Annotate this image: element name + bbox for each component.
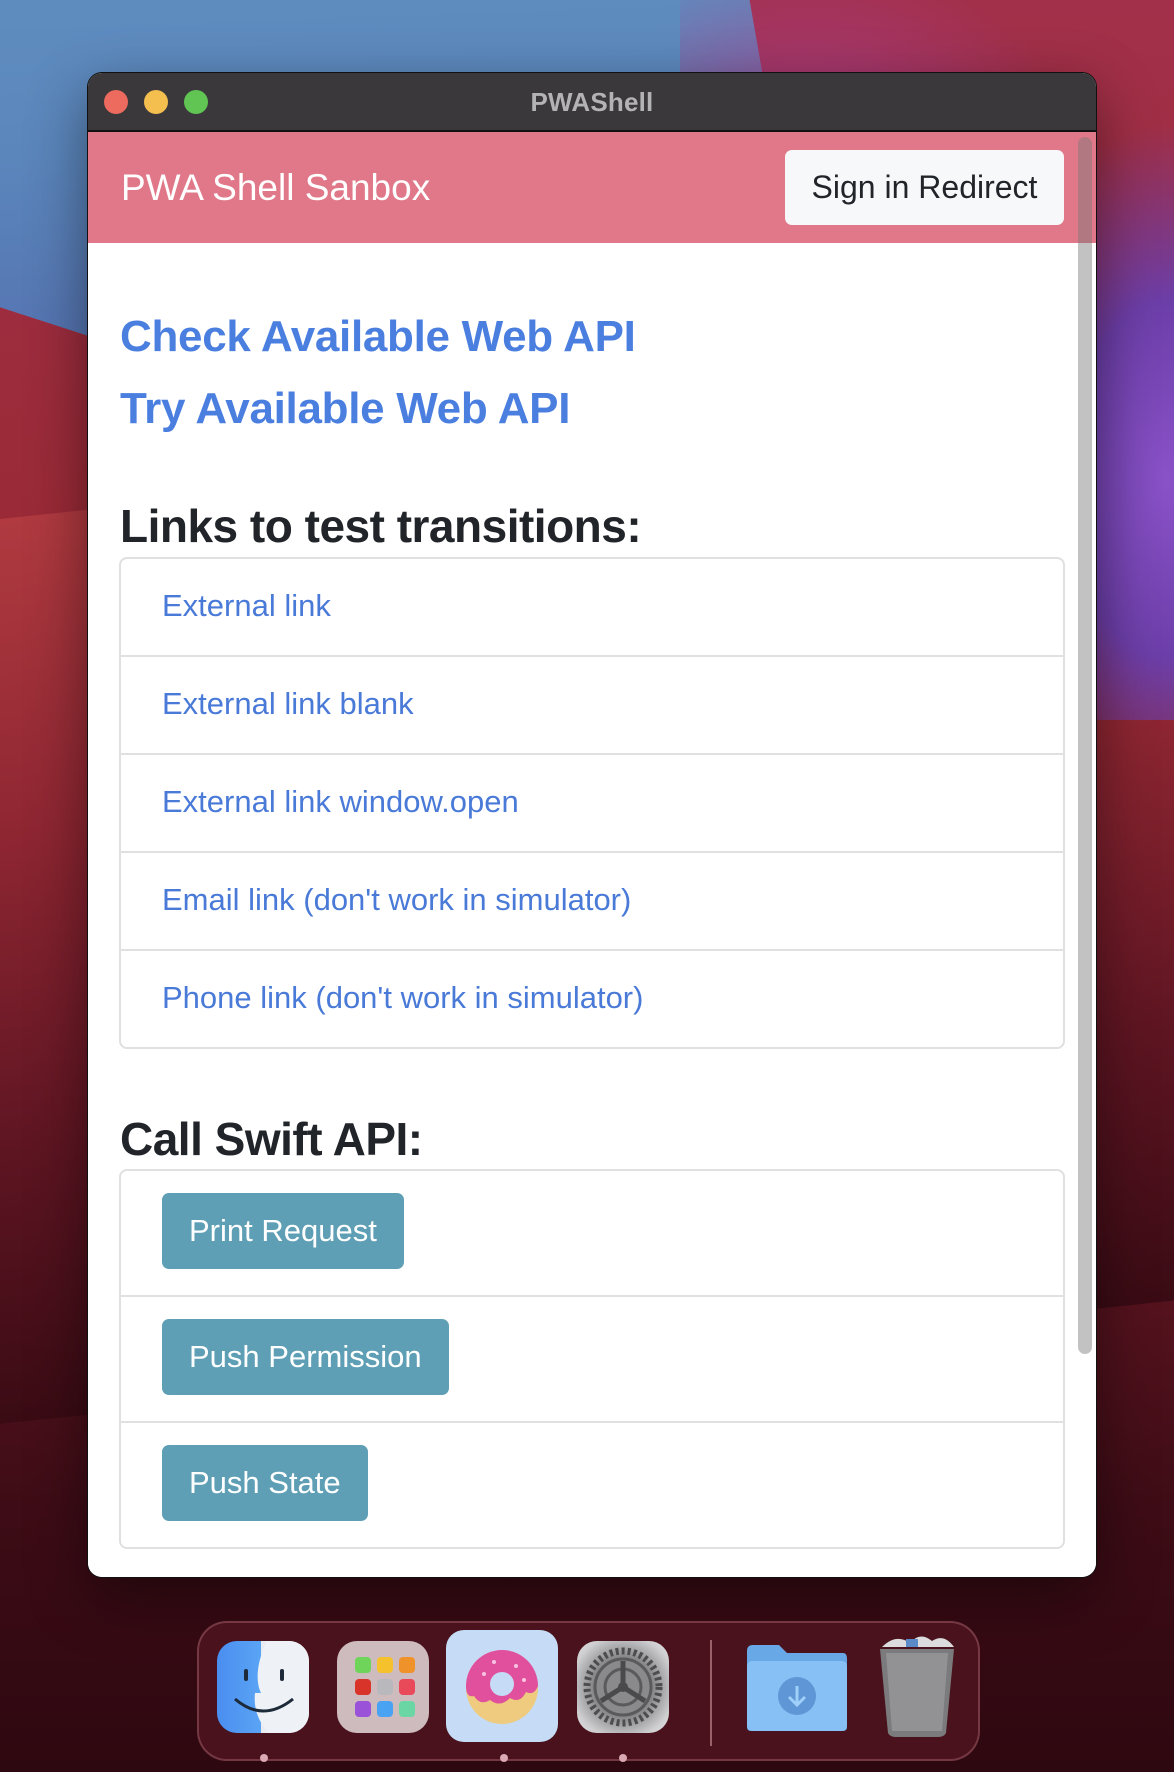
print-request-button[interactable]: Print Request [162,1193,404,1269]
list-item: Email link (don't work in simulator) [121,853,1063,951]
trash-icon[interactable] [876,1633,958,1737]
list-item: External link [121,559,1063,657]
try-available-web-api-link[interactable]: Try Available Web API [120,384,570,434]
swift-api-heading: Call Swift API: [120,1113,423,1165]
finder-icon[interactable] [217,1641,309,1733]
swift-api-list: Print Request Push Permission Push State [119,1169,1065,1549]
window-titlebar[interactable]: PWAShell [88,73,1096,132]
window-title: PWAShell [530,87,654,117]
navbar: PWA Shell Sanbox Sign in Redirect [88,132,1096,243]
external-link-blank[interactable]: External link blank [162,686,414,722]
running-indicator [500,1754,508,1762]
push-state-button[interactable]: Push State [162,1445,368,1521]
web-content: PWA Shell Sanbox Sign in Redirect Check … [88,132,1096,1577]
running-indicator [260,1754,268,1762]
app-window: PWAShell PWA Shell Sanbox Sign in Redire… [88,73,1096,1577]
donut-icon[interactable] [446,1630,558,1742]
dock-divider [710,1640,712,1746]
gear-icon[interactable] [577,1641,669,1733]
dock [197,1621,980,1762]
list-item: Push Permission [121,1297,1063,1423]
downloads-folder-icon[interactable] [745,1643,849,1733]
external-link[interactable]: External link [162,588,331,624]
check-available-web-api-link[interactable]: Check Available Web API [120,312,636,362]
sign-in-redirect-button[interactable]: Sign in Redirect [785,150,1064,225]
vertical-scrollbar[interactable] [1078,137,1092,1354]
email-link[interactable]: Email link (don't work in simulator) [162,882,631,918]
list-item: Phone link (don't work in simulator) [121,951,1063,1049]
list-item: Push State [121,1423,1063,1545]
phone-link[interactable]: Phone link (don't work in simulator) [162,980,643,1016]
list-item: External link blank [121,657,1063,755]
transitions-link-list: External link External link blank Extern… [119,557,1065,1049]
list-item: Print Request [121,1171,1063,1297]
list-item: External link window.open [121,755,1063,853]
transitions-heading: Links to test transitions: [120,500,642,552]
push-permission-button[interactable]: Push Permission [162,1319,449,1395]
navbar-brand[interactable]: PWA Shell Sanbox [121,167,430,209]
running-indicator [619,1754,627,1762]
launchpad-icon[interactable] [337,1641,429,1733]
external-link-window-open[interactable]: External link window.open [162,784,519,820]
